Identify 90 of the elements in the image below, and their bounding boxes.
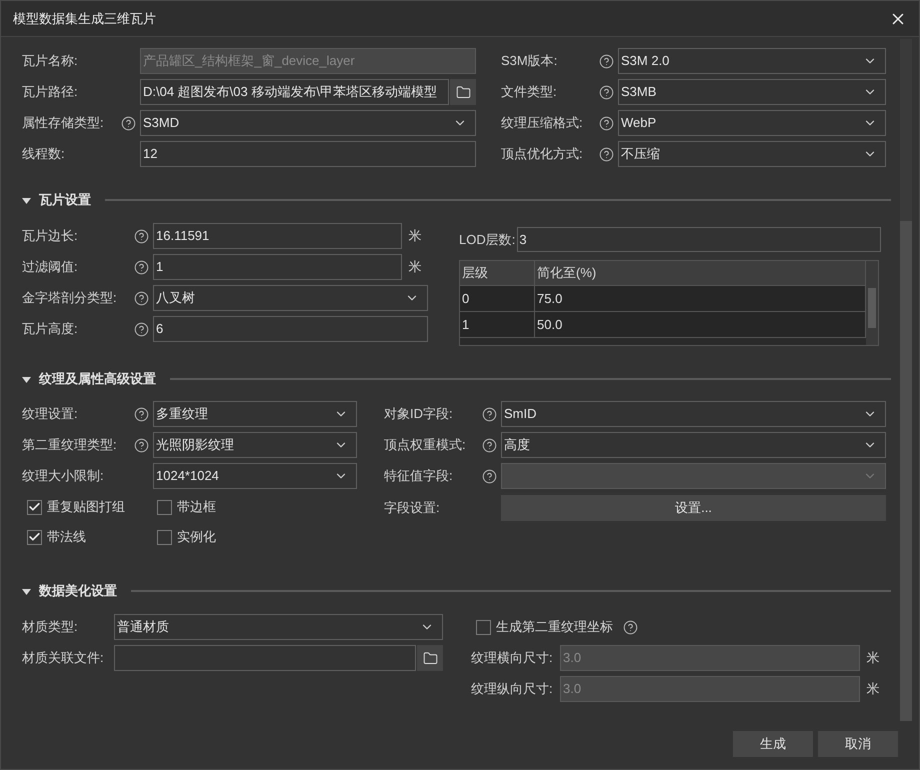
dropdown-field[interactable]: 普通材质: [114, 614, 443, 640]
field-label: 文件类型:: [501, 83, 557, 102]
input-field[interactable]: 3: [517, 227, 881, 252]
field-label: 属性存储类型:: [22, 114, 104, 132]
field-label: 材质关联文件:: [22, 649, 104, 668]
input-field[interactable]: D:\04 超图发布\03 移动端发布\甲苯塔区移动端模型: [140, 79, 449, 105]
window-title: 模型数据集生成三维瓦片: [13, 10, 156, 28]
help-icon[interactable]: [121, 116, 136, 130]
column-header[interactable]: 层级: [460, 261, 535, 285]
help-icon[interactable]: [134, 260, 149, 274]
checkbox-label: 生成第二重纹理坐标: [496, 618, 613, 636]
field-label: 过滤阈值:: [22, 258, 78, 276]
field-label: 第二重纹理类型:: [22, 436, 117, 454]
field-label: 纹理设置:: [22, 405, 78, 424]
checkbox-label: 实例化: [177, 528, 216, 546]
help-icon[interactable]: [134, 228, 149, 244]
browse-folder-button[interactable]: [450, 79, 476, 105]
help-icon[interactable]: [599, 84, 614, 100]
help-icon[interactable]: [482, 438, 497, 452]
field-label: 材质类型:: [22, 618, 78, 636]
dropdown-field[interactable]: WebP: [618, 110, 886, 136]
help-icon[interactable]: [599, 146, 614, 162]
field-label: 纹理大小限制:: [22, 467, 104, 486]
checkbox[interactable]: [27, 500, 42, 514]
dropdown-field[interactable]: S3M 2.0: [618, 48, 886, 74]
checkbox-label: 重复贴图打组: [47, 498, 125, 516]
checkbox[interactable]: [157, 530, 172, 544]
unit-label: 米: [866, 649, 880, 668]
dropdown-field[interactable]: 多重纹理: [153, 401, 357, 427]
dropdown-field[interactable]: 高度: [501, 432, 886, 458]
field-label: 瓦片边长:: [22, 227, 78, 246]
help-icon[interactable]: [599, 116, 614, 130]
section-title: 纹理及属性高级设置: [39, 370, 156, 388]
field-label: 瓦片路径:: [22, 83, 78, 102]
collapse-triangle-icon[interactable]: [22, 196, 31, 204]
collapse-triangle-icon[interactable]: [22, 374, 31, 384]
field-label: 纹理压缩格式:: [501, 114, 583, 132]
input-field[interactable]: 12: [140, 141, 476, 167]
section-title: 数据美化设置: [39, 582, 117, 600]
help-icon[interactable]: [482, 406, 497, 422]
dialog-button[interactable]: 取消: [818, 731, 898, 757]
input-field[interactable]: 6: [153, 316, 428, 342]
help-icon[interactable]: [134, 438, 149, 452]
field-label: 纹理横向尺寸:: [471, 649, 553, 668]
dropdown-field[interactable]: S3MD: [140, 110, 476, 136]
browse-folder-button[interactable]: [417, 645, 443, 671]
checkbox-label: 带法线: [47, 528, 86, 546]
dropdown-field[interactable]: SmID: [501, 401, 886, 427]
settings-button[interactable]: 设置...: [501, 495, 886, 521]
field-label: 顶点优化方式:: [501, 145, 583, 164]
collapse-triangle-icon[interactable]: [22, 586, 31, 596]
field-label: LOD层数:: [459, 230, 516, 249]
dialog-button[interactable]: 生成: [733, 731, 813, 757]
dropdown-field[interactable]: 不压缩: [618, 141, 886, 167]
input-field[interactable]: [114, 645, 416, 671]
field-label: 瓦片高度:: [22, 320, 78, 338]
dropdown-field[interactable]: S3MB: [618, 79, 886, 105]
field-label: S3M版本:: [501, 52, 558, 70]
table-cell: 1: [460, 312, 535, 337]
field-label: 对象ID字段:: [384, 405, 453, 424]
unit-label: 米: [408, 227, 422, 246]
help-icon[interactable]: [599, 54, 614, 68]
unit-label: 米: [408, 258, 422, 276]
help-icon[interactable]: [134, 406, 149, 422]
dropdown-field[interactable]: 光照阴影纹理: [153, 432, 357, 458]
table-scrollbar[interactable]: [866, 261, 878, 345]
input-field[interactable]: 1: [153, 254, 402, 280]
scrollbar[interactable]: [900, 39, 912, 721]
unit-label: 米: [866, 680, 880, 698]
field-label: 纹理纵向尺寸:: [471, 680, 553, 698]
dropdown-field[interactable]: 八叉树: [153, 285, 428, 311]
help-icon[interactable]: [134, 290, 149, 306]
folder-icon: [422, 650, 438, 666]
field-label: 金字塔剖分类型:: [22, 289, 117, 308]
dropdown-field[interactable]: 1024*1024: [153, 463, 357, 489]
checkbox-label: 带边框: [177, 498, 216, 516]
checkbox[interactable]: [27, 530, 42, 544]
field-label: 线程数:: [22, 145, 65, 164]
field-label: 顶点权重模式:: [384, 436, 466, 454]
folder-icon: [456, 84, 470, 100]
help-icon[interactable]: [623, 620, 638, 634]
field-label: 瓦片名称:: [22, 52, 78, 70]
help-icon[interactable]: [134, 322, 149, 336]
checkbox[interactable]: [476, 620, 491, 634]
input-field[interactable]: 16.11591: [153, 223, 402, 249]
table-cell: 0: [460, 286, 535, 311]
field-label: 特征值字段:: [384, 467, 453, 486]
checkbox[interactable]: [157, 500, 172, 514]
field-label: 字段设置:: [384, 499, 441, 518]
section-title: 瓦片设置: [39, 191, 91, 210]
